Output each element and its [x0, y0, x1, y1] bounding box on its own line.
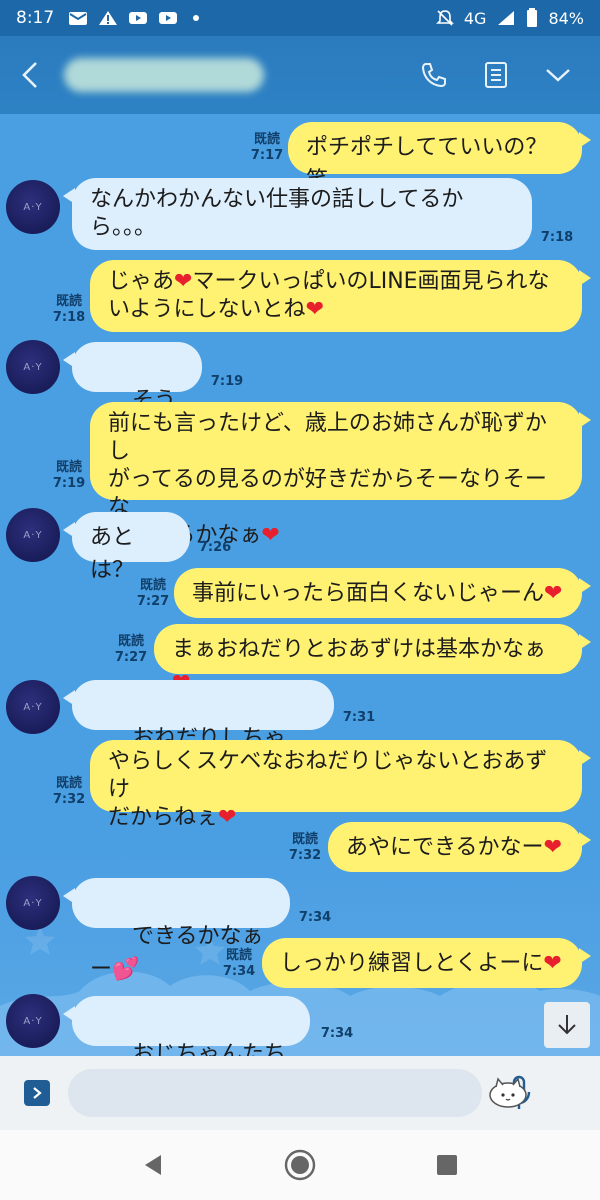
avatar[interactable]: A·Y — [6, 508, 60, 562]
message-meta: 既読 7:32 — [50, 776, 88, 808]
nav-back-button[interactable] — [123, 1140, 183, 1190]
message-time: 7:27 — [136, 594, 170, 609]
sticker-button[interactable] — [486, 1072, 530, 1112]
message-meta: 既読 7:27 — [134, 578, 172, 610]
back-button[interactable] — [0, 36, 60, 114]
message-time: 7:34 — [298, 910, 332, 925]
message-input[interactable] — [68, 1069, 482, 1117]
message-meta: 既読 7:19 — [50, 460, 88, 492]
heart-emoji-icon: ❤ — [305, 297, 324, 322]
chevron-left-icon — [22, 62, 37, 88]
heart-emoji-icon: ❤ — [543, 951, 562, 976]
message-text: おじちゃんたちで — [131, 1042, 286, 1056]
notes-icon — [485, 62, 507, 88]
message-bubble[interactable]: あやにできるかなー❤ — [328, 822, 591, 872]
phone-icon — [421, 63, 446, 88]
message-time: 7:17 — [250, 148, 284, 163]
message-bubble[interactable]: 事前にいったら面白くないじゃーん❤ — [174, 568, 591, 618]
heart-emoji-icon: ❤ — [261, 523, 280, 548]
message-meta: 既読 7:34 — [220, 948, 258, 980]
message-time: 7:27 — [114, 650, 148, 665]
message-time: 7:34 — [320, 1026, 354, 1041]
chevron-right-icon — [33, 1087, 42, 1099]
message-meta: 既読 7:27 — [112, 634, 150, 666]
message-bubble[interactable]: 前にも言ったけど、歳上のお姉さんが恥ずかし がってるの見るのが好きだからそーなり… — [90, 402, 591, 548]
circle-home-icon — [284, 1149, 316, 1181]
notes-button[interactable] — [476, 55, 516, 95]
message-bubble[interactable]: できるかなぁー💕 — [63, 878, 290, 982]
nav-recents-button[interactable] — [417, 1140, 477, 1190]
contact-name — [64, 58, 264, 92]
message-time: 7:26 — [198, 540, 232, 555]
heart-emoji-icon: 💕 — [112, 957, 140, 982]
sticker-icon — [489, 1077, 527, 1108]
battery-icon — [527, 8, 538, 27]
message-bubble[interactable]: そうね💕 — [63, 342, 202, 446]
read-receipt: 既読 — [55, 460, 82, 475]
message-bubble[interactable]: じゃあ❤マークいっぱいのLINE画面見られな いようにしないとね❤ — [90, 260, 591, 332]
input-bar — [0, 1056, 600, 1130]
message-meta: 既読 7:17 — [248, 132, 286, 164]
heart-emoji-icon: ❤ — [218, 805, 237, 830]
message-time: 7:32 — [288, 848, 322, 863]
chevron-down-icon — [546, 69, 570, 82]
mail-icon — [69, 12, 88, 25]
youtube-icon — [129, 12, 148, 24]
message-bubble[interactable]: しっかり練習しとくよーに❤ — [262, 938, 591, 988]
dot-icon — [193, 15, 200, 21]
status-time: 8:17 — [16, 8, 55, 28]
heart-emoji-icon: ❤ — [543, 835, 562, 860]
chat-header — [0, 36, 600, 114]
message-time: 7:31 — [342, 710, 376, 725]
message-time: 7:32 — [52, 792, 86, 807]
message-bubble[interactable]: おじちゃんたちで — [63, 996, 310, 1056]
message-bubble[interactable]: ポチポチしてていいの？笑 — [288, 122, 591, 193]
heart-emoji-icon: ❤ — [174, 269, 193, 294]
avatar[interactable]: A·Y — [6, 680, 60, 734]
youtube-icon — [159, 12, 178, 24]
nav-home-button[interactable] — [270, 1140, 330, 1190]
message-meta: 既読 7:18 — [50, 294, 88, 326]
message-time: 7:34 — [222, 964, 256, 979]
status-right: 4G 84% — [435, 8, 584, 28]
message-time: 7:18 — [540, 230, 574, 245]
scroll-to-bottom-button[interactable] — [544, 1002, 590, 1048]
read-receipt: 既読 — [55, 776, 82, 791]
battery-level: 84% — [548, 8, 584, 28]
message-time: 7:18 — [52, 310, 86, 325]
avatar[interactable]: A·Y — [6, 994, 60, 1048]
mute-bell-icon — [435, 10, 454, 26]
call-button[interactable] — [414, 55, 454, 95]
message-bubble[interactable]: おねだりしちゃう〜💕 — [63, 680, 334, 784]
read-receipt: 既読 — [139, 578, 166, 593]
message-time: 7:19 — [210, 374, 244, 389]
avatar[interactable]: A·Y — [6, 180, 60, 234]
network-type: 4G — [463, 8, 487, 28]
expand-button[interactable] — [24, 1080, 50, 1106]
message-bubble[interactable]: まぁおねだりとおあずけは基本かなぁ❤ — [154, 624, 591, 695]
triangle-back-icon — [145, 1155, 162, 1175]
read-receipt: 既読 — [225, 948, 252, 963]
avatar[interactable]: A·Y — [6, 876, 60, 930]
message-bubble[interactable]: あとは？ — [63, 512, 190, 583]
message-meta: 既読 7:32 — [286, 832, 324, 864]
message-bubble[interactable]: やらしくスケベなおねだりじゃないとおあずけ だからねぇ❤ — [90, 740, 591, 830]
warning-icon — [99, 11, 118, 25]
square-recents-icon — [436, 1155, 457, 1175]
read-receipt: 既読 — [55, 294, 82, 309]
menu-button[interactable] — [538, 55, 578, 95]
status-bar: 8:17 4G 84% — [0, 0, 600, 36]
read-receipt: 既読 — [291, 832, 318, 847]
message-time: 7:19 — [52, 476, 86, 491]
read-receipt: 既読 — [117, 634, 144, 649]
signal-icon — [498, 11, 515, 25]
chat-area[interactable]: ポチポチしてていいの？笑 既読 7:17 A·Y なんかわかんない仕事の話しして… — [0, 114, 600, 1056]
heart-emoji-icon: ❤ — [544, 581, 563, 606]
message-bubble[interactable]: なんかわかんない仕事の話ししてるか ら。。。 — [63, 178, 532, 250]
avatar[interactable]: A·Y — [6, 340, 60, 394]
system-nav-bar — [0, 1130, 600, 1200]
notification-icons — [68, 10, 208, 26]
read-receipt: 既読 — [253, 132, 280, 147]
arrow-down-icon — [558, 1015, 576, 1035]
